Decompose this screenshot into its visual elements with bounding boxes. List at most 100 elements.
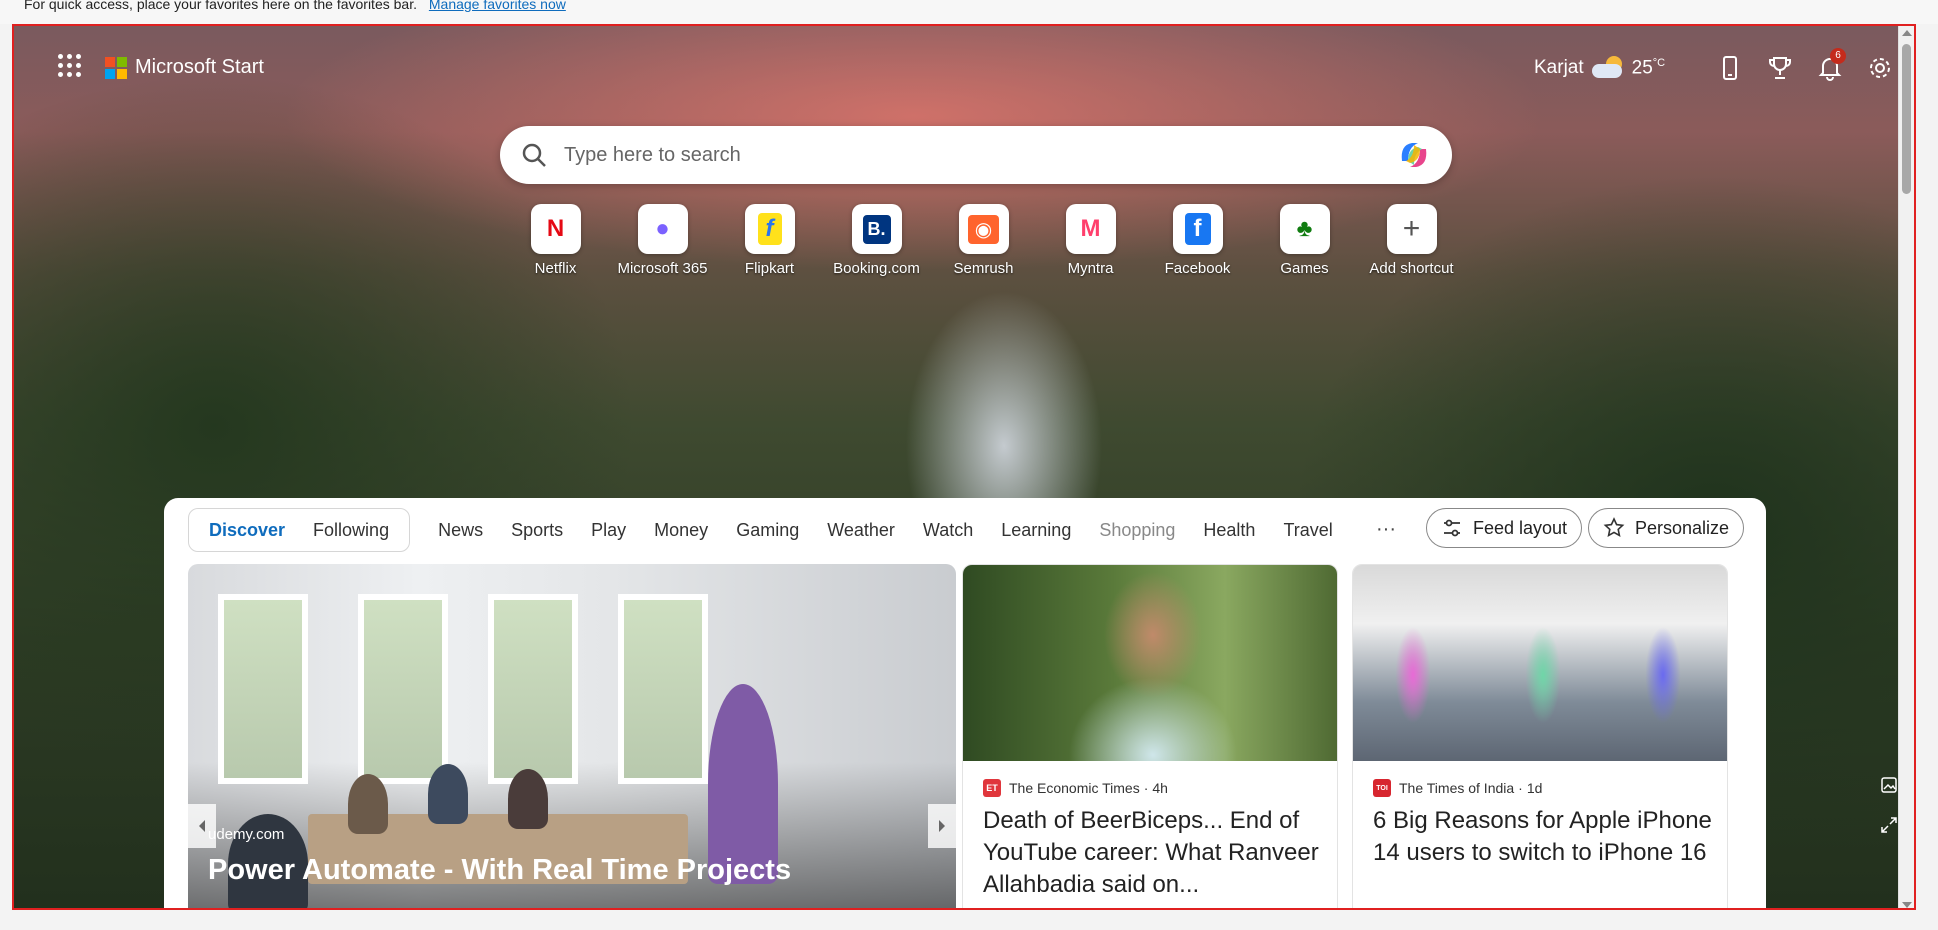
feed-layout-button[interactable]: Feed layout	[1426, 508, 1583, 548]
chevron-left-icon	[199, 820, 205, 832]
article-age: 1d	[1526, 780, 1543, 796]
expand-icon[interactable]	[1880, 816, 1898, 834]
hero-title[interactable]: Power Automate - With Real Time Projects	[208, 854, 791, 887]
favorites-bar: For quick access, place your favorites h…	[0, 0, 1938, 24]
apps-icon[interactable]	[58, 54, 82, 78]
plus-icon: +	[1386, 204, 1437, 254]
personalize-button[interactable]: Personalize	[1588, 508, 1745, 548]
page-scrollbar[interactable]	[1898, 26, 1914, 908]
phone-icon[interactable]	[1716, 54, 1744, 82]
favorites-bar-message: For quick access, place your favorites h…	[24, 0, 417, 12]
scrollbar-thumb[interactable]	[1902, 44, 1911, 194]
shortcut-label: Facebook	[1164, 260, 1231, 277]
tab-following[interactable]: Following	[299, 520, 403, 541]
shortcut-label: Semrush	[953, 260, 1014, 277]
search-box[interactable]	[500, 126, 1452, 184]
tab-money[interactable]: Money	[640, 520, 722, 541]
meta-separator: ·	[1143, 780, 1149, 796]
microsoft-365-icon: ●	[637, 204, 688, 254]
card-image	[963, 565, 1337, 761]
facebook-icon: f	[1172, 204, 1223, 254]
brand-name: Microsoft Start	[135, 56, 264, 78]
gear-icon[interactable]	[1866, 54, 1894, 82]
add-shortcut-button[interactable]: + Add shortcut	[1358, 204, 1465, 277]
more-tabs-button[interactable]: ···	[1376, 518, 1396, 541]
scroll-down-icon[interactable]	[1902, 902, 1912, 908]
hero-image-person	[508, 769, 548, 829]
shortcut-games[interactable]: ♣ Games	[1251, 204, 1358, 277]
feed-nav: Discover Following News Sports Play Mone…	[188, 508, 1347, 552]
bell-icon[interactable]: 6	[1816, 48, 1846, 82]
tab-weather[interactable]: Weather	[813, 520, 909, 541]
hero-source: udemy.com	[208, 826, 285, 843]
tab-travel[interactable]: Travel	[1269, 520, 1346, 541]
chevron-right-icon	[939, 820, 945, 832]
card-headline[interactable]: Death of BeerBiceps... End of YouTube ca…	[983, 805, 1323, 901]
tab-gaming[interactable]: Gaming	[722, 520, 813, 541]
weather-location: Karjat	[1534, 57, 1584, 78]
brand-logo[interactable]: Microsoft Start	[105, 56, 264, 79]
tab-shopping[interactable]: Shopping	[1085, 520, 1189, 541]
shortcut-label: Myntra	[1067, 260, 1114, 277]
flipkart-icon: f	[744, 204, 795, 254]
new-tab-page: Microsoft Start Karjat 25°C 6 N Ne	[12, 24, 1916, 910]
hero-image-person	[428, 764, 468, 824]
shortcut-microsoft-365[interactable]: ● Microsoft 365	[609, 204, 716, 277]
publisher-name: The Times of India	[1399, 780, 1515, 796]
shortcut-label: Add shortcut	[1369, 260, 1454, 277]
card-meta: TOI The Times of India · 1d	[1373, 779, 1542, 797]
shortcut-flipkart[interactable]: f Flipkart	[716, 204, 823, 277]
background-image-icon[interactable]	[1880, 776, 1898, 794]
feed-layout-label: Feed layout	[1473, 517, 1568, 538]
shortcut-label: Microsoft 365	[617, 260, 708, 277]
weather-partly-cloudy-icon	[1591, 56, 1624, 80]
shortcut-booking[interactable]: B. Booking.com	[823, 204, 930, 277]
weather-temperature: 25°C	[1631, 56, 1666, 79]
scroll-up-icon[interactable]	[1902, 30, 1912, 36]
star-edit-icon	[1603, 517, 1625, 537]
personalize-label: Personalize	[1635, 517, 1730, 538]
carousel-next-button[interactable]	[928, 804, 956, 848]
shortcut-label: Games	[1280, 260, 1329, 277]
publisher-logo: ET	[983, 779, 1001, 797]
news-card[interactable]: TOI The Times of India · 1d 6 Big Reason…	[1352, 564, 1728, 908]
card-image	[1353, 565, 1727, 761]
card-headline[interactable]: 6 Big Reasons for Apple iPhone 14 users …	[1373, 805, 1713, 869]
microsoft-logo-icon	[105, 56, 127, 79]
shortcut-facebook[interactable]: f Facebook	[1144, 204, 1251, 277]
tab-discover[interactable]: Discover	[195, 520, 299, 541]
tab-watch[interactable]: Watch	[909, 520, 987, 541]
shortcut-label: Flipkart	[744, 260, 795, 277]
copilot-icon[interactable]	[1396, 137, 1432, 173]
weather-widget[interactable]: Karjat 25°C	[1534, 56, 1665, 80]
card-meta: ET The Economic Times · 4h	[983, 779, 1168, 797]
search-input[interactable]	[564, 143, 1396, 167]
tab-learning[interactable]: Learning	[987, 520, 1085, 541]
games-icon: ♣	[1279, 204, 1330, 254]
tab-health[interactable]: Health	[1189, 520, 1269, 541]
tab-sports[interactable]: Sports	[497, 520, 577, 541]
shortcut-myntra[interactable]: M Myntra	[1037, 204, 1144, 277]
manage-favorites-link[interactable]: Manage favorites now	[429, 0, 566, 12]
search-icon	[522, 143, 546, 167]
netflix-icon: N	[530, 204, 581, 254]
notification-badge: 6	[1830, 48, 1846, 64]
tab-news[interactable]: News	[424, 520, 497, 541]
myntra-icon: M	[1065, 204, 1116, 254]
hero-image-window	[488, 594, 578, 784]
hero-article[interactable]: udemy.com Power Automate - With Real Tim…	[188, 564, 956, 908]
booking-icon: B.	[851, 204, 902, 254]
meta-separator: ·	[1518, 780, 1523, 796]
sliders-icon	[1444, 519, 1460, 537]
quick-links: N Netflix ● Microsoft 365 f Flipkart B. …	[502, 204, 1465, 277]
news-card[interactable]: ET The Economic Times · 4h Death of Beer…	[962, 564, 1338, 908]
tab-play[interactable]: Play	[577, 520, 640, 541]
hero-image-person	[348, 774, 388, 834]
shortcut-label: Booking.com	[833, 260, 920, 277]
article-age: 4h	[1152, 780, 1168, 796]
semrush-icon: ◉	[958, 204, 1009, 254]
shortcut-semrush[interactable]: ◉ Semrush	[930, 204, 1037, 277]
shortcut-label: Netflix	[534, 260, 577, 277]
trophy-icon[interactable]	[1766, 54, 1794, 82]
shortcut-netflix[interactable]: N Netflix	[502, 204, 609, 277]
